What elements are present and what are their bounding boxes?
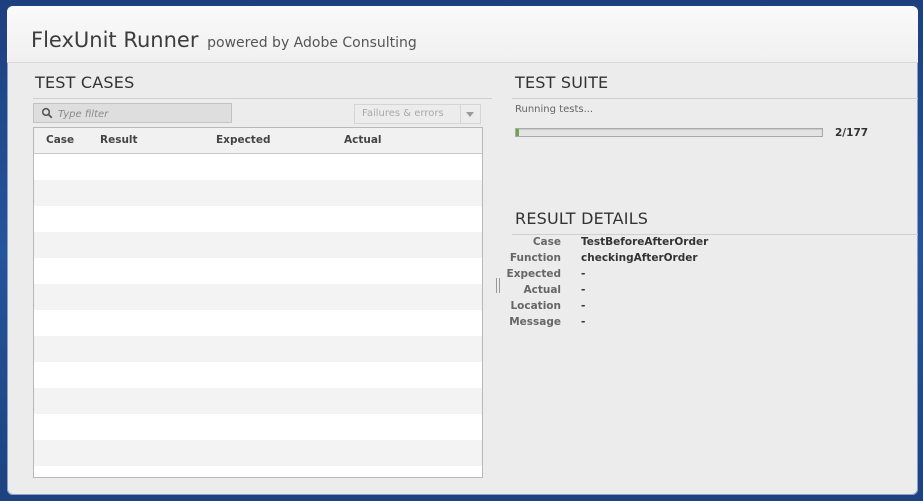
detail-value: - xyxy=(581,268,586,280)
table-row[interactable] xyxy=(34,180,482,206)
table-row[interactable] xyxy=(34,336,482,362)
table-row[interactable] xyxy=(34,310,482,336)
test-cases-table[interactable]: Case Result Expected Actual xyxy=(33,127,483,478)
app-title-text: FlexUnit Runner xyxy=(31,28,199,52)
detail-value: - xyxy=(581,316,586,328)
test-suite-divider xyxy=(512,98,918,99)
search-icon xyxy=(41,107,53,119)
detail-value: - xyxy=(581,284,586,296)
progress-count: 2/177 xyxy=(835,127,869,139)
result-details-divider xyxy=(512,234,918,235)
dropdown-button[interactable] xyxy=(460,105,480,123)
table-row[interactable] xyxy=(34,466,482,477)
app-header: FlexUnit Runner powered by Adobe Consult… xyxy=(7,6,918,63)
app-subtitle: powered by Adobe Consulting xyxy=(207,35,417,51)
detail-row-expected: Expected - xyxy=(505,268,905,284)
test-suite-title: TEST SUITE xyxy=(515,73,609,92)
table-row[interactable] xyxy=(34,258,482,284)
detail-label: Function xyxy=(509,252,561,264)
table-row[interactable] xyxy=(34,362,482,388)
panel-resize-handle[interactable] xyxy=(496,278,500,293)
detail-value: checkingAfterOrder xyxy=(581,252,698,264)
column-header-actual[interactable]: Actual xyxy=(344,134,382,146)
detail-value: TestBeforeAfterOrder xyxy=(581,236,709,248)
detail-label: Expected xyxy=(506,268,561,280)
detail-label: Case xyxy=(532,236,561,248)
table-row[interactable] xyxy=(34,154,482,180)
detail-row-actual: Actual - xyxy=(505,284,905,300)
column-header-expected[interactable]: Expected xyxy=(216,134,270,146)
filter-input[interactable] xyxy=(56,105,230,123)
detail-value: - xyxy=(581,300,586,312)
table-row[interactable] xyxy=(34,232,482,258)
detail-label: Message xyxy=(509,316,561,328)
column-header-case[interactable]: Case xyxy=(46,134,74,146)
progress-fill xyxy=(516,129,520,136)
chevron-down-icon xyxy=(466,112,474,117)
table-row[interactable] xyxy=(34,206,482,232)
column-header-result[interactable]: Result xyxy=(100,134,138,146)
run-status-text: Running tests... xyxy=(515,104,594,115)
detail-row-case: Case TestBeforeAfterOrder xyxy=(505,236,905,252)
test-progress-bar xyxy=(515,128,823,137)
table-row[interactable] xyxy=(34,414,482,440)
table-row[interactable] xyxy=(34,440,482,466)
app-title: FlexUnit Runner powered by Adobe Consult… xyxy=(31,28,417,52)
detail-row-location: Location - xyxy=(505,300,905,316)
result-filter-dropdown[interactable]: Failures & errors xyxy=(354,104,481,124)
result-filter-value: Failures & errors xyxy=(362,108,444,119)
detail-label: Actual xyxy=(523,284,561,296)
test-cases-divider xyxy=(33,98,492,99)
detail-row-message: Message - xyxy=(505,316,905,332)
result-details-title: RESULT DETAILS xyxy=(515,209,649,228)
detail-label: Location xyxy=(510,300,561,312)
filter-field[interactable] xyxy=(33,103,232,123)
table-row[interactable] xyxy=(34,284,482,310)
table-body xyxy=(34,154,482,477)
table-header: Case Result Expected Actual xyxy=(34,128,482,154)
detail-row-function: Function checkingAfterOrder xyxy=(505,252,905,268)
flexunit-runner-window: FlexUnit Runner powered by Adobe Consult… xyxy=(7,6,918,495)
test-cases-title: TEST CASES xyxy=(35,73,135,92)
table-row[interactable] xyxy=(34,388,482,414)
